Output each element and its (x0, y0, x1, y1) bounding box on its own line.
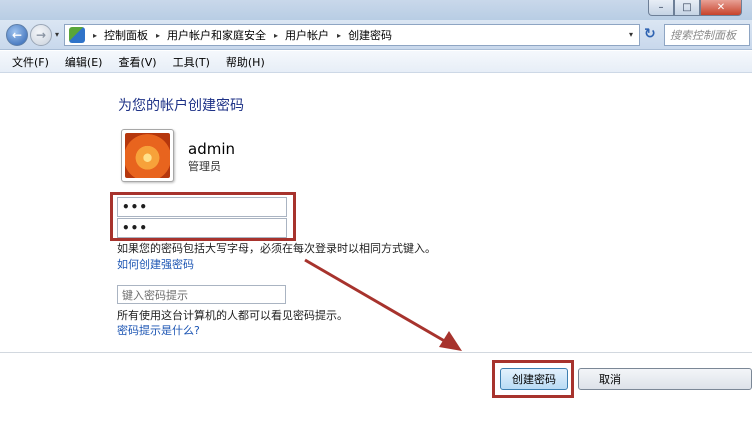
cancel-button[interactable]: 取消 (578, 368, 752, 390)
annotation-arrow-icon (304, 258, 462, 351)
create-password-button[interactable]: 创建密码 (500, 368, 568, 390)
